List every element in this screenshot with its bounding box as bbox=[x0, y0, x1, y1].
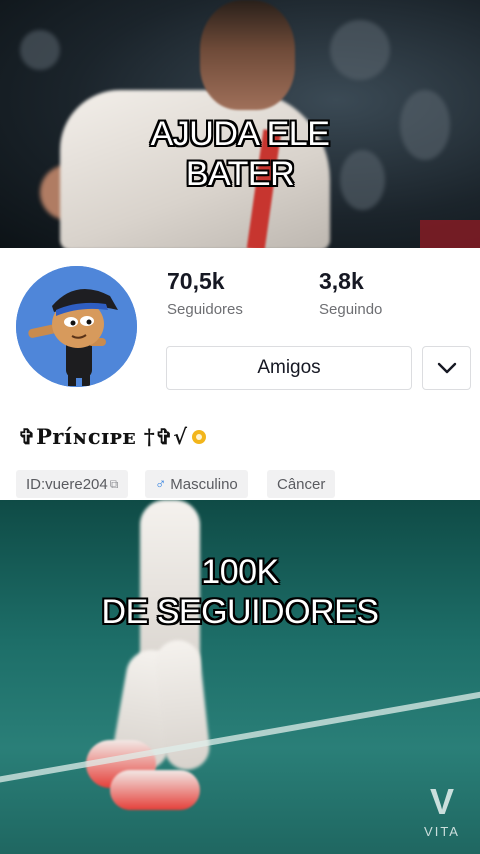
caption-top: AJUDA ELE BATER bbox=[0, 114, 480, 194]
gold-badge-icon bbox=[191, 429, 206, 444]
gender-chip: ♂ Masculino bbox=[145, 470, 248, 498]
male-icon: ♂ bbox=[155, 475, 167, 493]
followers-stat[interactable]: 70,5k Seguidores bbox=[167, 268, 243, 318]
following-label: Seguindo bbox=[319, 301, 383, 318]
followers-label: Seguidores bbox=[167, 301, 243, 318]
chevron-down-icon bbox=[437, 362, 456, 374]
advertising-board bbox=[420, 220, 480, 250]
vita-logo-icon: V bbox=[429, 781, 454, 822]
profile-name: ✞Príɴcɪᴘᴇ †✞√ bbox=[18, 424, 206, 449]
gender-text: Masculino bbox=[170, 475, 238, 493]
crowd-blur bbox=[20, 30, 60, 70]
caption-top-line2: BATER bbox=[185, 155, 295, 193]
profile-card: 70,5k Seguidores 3,8k Seguindo Amigos ✞P… bbox=[0, 248, 480, 500]
player-shoe bbox=[110, 770, 200, 810]
crowd-blur bbox=[330, 20, 390, 80]
more-options-button[interactable] bbox=[422, 346, 471, 390]
zodiac-chip: Câncer bbox=[267, 470, 336, 498]
copy-icon: ⧉ bbox=[109, 476, 119, 491]
id-chip[interactable]: ID:vuere204 ⧉ bbox=[16, 470, 129, 498]
cartoon-avatar-icon bbox=[16, 266, 137, 387]
profile-name-text: ✞Príɴcɪᴘᴇ †✞√ bbox=[18, 424, 188, 449]
caption-bottom-line1: 100K bbox=[201, 553, 279, 591]
avatar[interactable] bbox=[16, 266, 137, 387]
caption-top-line1: AJUDA ELE bbox=[150, 115, 330, 153]
caption-bottom: 100K DE SEGUIDORES bbox=[0, 552, 480, 632]
watermark-text: VITA bbox=[424, 824, 460, 839]
following-stat[interactable]: 3,8k Seguindo bbox=[319, 268, 382, 318]
friends-button[interactable]: Amigos bbox=[166, 346, 412, 390]
id-text: ID:vuere204 bbox=[26, 475, 108, 493]
caption-bottom-line2: DE SEGUIDORES bbox=[101, 593, 379, 631]
following-count: 3,8k bbox=[319, 268, 364, 294]
player-head bbox=[200, 0, 295, 110]
followers-count: 70,5k bbox=[167, 268, 225, 294]
vita-watermark: V VITA bbox=[414, 781, 470, 840]
zodiac-text: Câncer bbox=[277, 475, 326, 493]
